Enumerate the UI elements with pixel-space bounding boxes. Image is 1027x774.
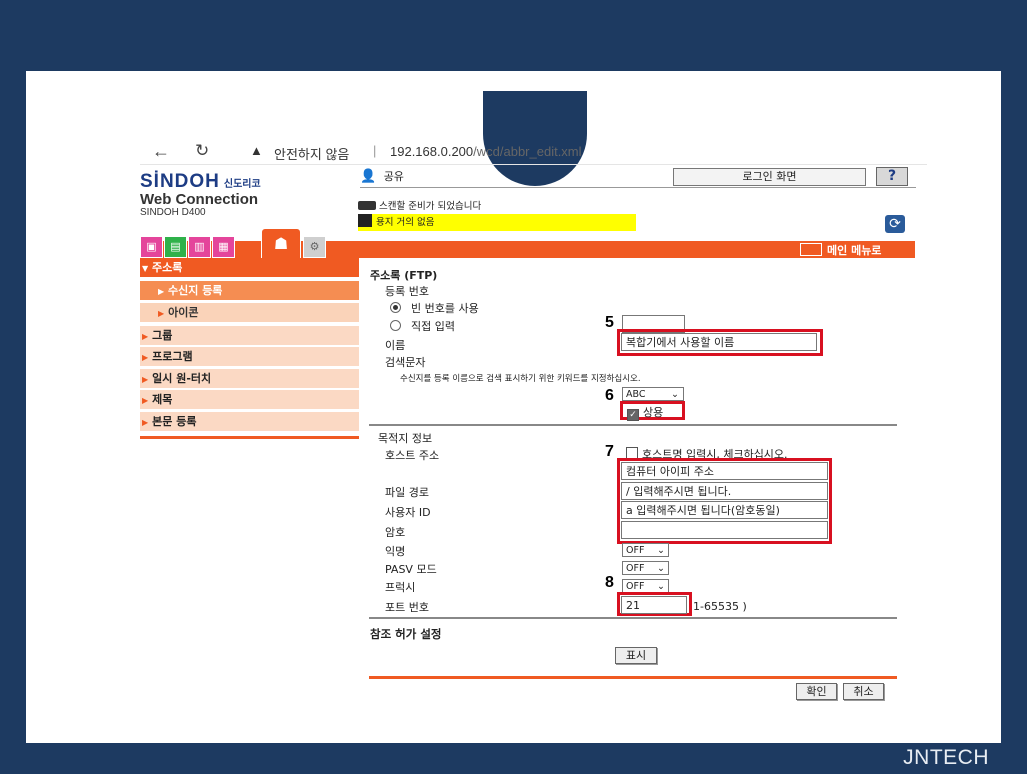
- scan-status: 스캔할 준비가 되었습니다: [358, 198, 481, 212]
- user-id-input[interactable]: a 입력해주시면 됩니다(암호동일): [621, 501, 828, 519]
- user-label: 공유: [383, 170, 404, 183]
- main-menu-link[interactable]: 메인 메뉴로: [800, 242, 881, 258]
- sidebar-address-book[interactable]: ▼ 주소록: [140, 258, 359, 278]
- sidebar-group[interactable]: ▶ 그룹: [140, 326, 359, 346]
- url-bar[interactable]: 192.168.0.200/wcd/abbr_edit.xml: [390, 144, 582, 159]
- scan-tab-icon[interactable]: ▦: [212, 236, 235, 258]
- model-name: SINDOH D400: [140, 207, 206, 218]
- divider: [369, 617, 897, 619]
- sidebar-bottom-line: [140, 436, 359, 439]
- refresh-icon[interactable]: ⟳: [885, 215, 905, 233]
- anonymous-select[interactable]: OFF ⌄: [622, 543, 669, 557]
- sidebar-one-touch[interactable]: ▶ 일시 원-터치: [140, 369, 359, 389]
- host-label: 호스트 주소: [385, 449, 440, 462]
- ref-permission-label: 참조 허가 설정: [370, 627, 442, 641]
- cancel-button[interactable]: 취소: [843, 683, 884, 700]
- sidebar-subject[interactable]: ▶ 제목: [140, 390, 359, 410]
- sidebar-program[interactable]: ▶ 프로그램: [140, 347, 359, 367]
- brand-name-kr: 신도리코: [223, 179, 261, 190]
- radio-icon: [390, 302, 401, 313]
- proxy-select[interactable]: OFF ⌄: [622, 579, 669, 593]
- browser-bar: ← ↻ ▲ 안전하지 않음 | 192.168.0.200/wcd/abbr_e…: [140, 140, 927, 165]
- password-input[interactable]: [621, 521, 828, 539]
- ok-button[interactable]: 확인: [796, 683, 837, 700]
- radio-direct-input[interactable]: 직접 입력: [390, 318, 455, 334]
- anonymous-label: 익명: [385, 545, 406, 558]
- chevron-down-icon: ⌄: [671, 389, 679, 400]
- url-path: /wcd/abbr_edit.xml: [473, 144, 582, 159]
- settings-tab-icon[interactable]: ⚙: [303, 236, 326, 258]
- store-tab-icon[interactable]: ▥: [188, 236, 211, 258]
- checkbox-icon: ✓: [627, 409, 639, 421]
- host-address-input[interactable]: 컴퓨터 아이피 주소: [621, 462, 828, 480]
- sidebar-recipient-reg[interactable]: ▶ 수신지 등록: [140, 281, 359, 301]
- password-label: 암호: [385, 526, 406, 539]
- callout-6: 6: [605, 387, 614, 404]
- sindoh-logo: SİNDOH 신도리코 Web Connection SINDOH D400: [140, 171, 261, 218]
- index-select[interactable]: ABC ⌄: [622, 387, 684, 401]
- brand-name: SİNDOH: [140, 171, 220, 192]
- arrow-left-icon[interactable]: ←: [152, 141, 170, 162]
- menu-icon: [800, 243, 822, 256]
- print-tab-icon[interactable]: ▤: [164, 236, 187, 258]
- security-text: 안전하지 않음: [274, 147, 350, 162]
- dest-info-label: 목적지 정보: [378, 432, 433, 445]
- menu-bar: [140, 241, 915, 258]
- callout-8: 8: [605, 574, 614, 591]
- port-range: 1-65535 ): [693, 600, 747, 613]
- callout-7: 7: [605, 443, 614, 460]
- paper-status: 용지 거의 없음: [358, 214, 636, 231]
- printer-icon: [358, 214, 372, 227]
- divider: [369, 424, 897, 426]
- callout-5: 5: [605, 314, 614, 331]
- user-id-label: 사용자 ID: [385, 506, 431, 519]
- box-tab-icon[interactable]: ▣: [140, 236, 163, 258]
- port-label: 포트 번호: [385, 601, 429, 614]
- pasv-select[interactable]: OFF ⌄: [622, 561, 669, 575]
- url-divider: |: [373, 143, 377, 158]
- radio-empty-number[interactable]: 빈 번호를 사용: [390, 300, 479, 316]
- sidebar-icon[interactable]: ▶ 아이콘: [140, 303, 359, 323]
- page-title: 주소록 (FTP): [370, 269, 438, 282]
- product-name: Web Connection: [140, 191, 259, 208]
- warning-icon: ▲: [250, 143, 263, 158]
- divider-accent: [369, 676, 897, 679]
- radio-icon: [390, 320, 401, 331]
- search-hint: 수신지를 등록 이름으로 검색 표시하기 위한 키워드를 지정하십시오.: [400, 374, 641, 384]
- name-label: 이름: [385, 339, 406, 352]
- reg-number-label: 등록 번호: [385, 285, 429, 298]
- frequent-checkbox[interactable]: ✓ 상용: [627, 404, 663, 421]
- user-icon: 👤: [360, 169, 377, 184]
- chevron-down-icon: ⌄: [657, 563, 665, 574]
- file-path-label: 파일 경로: [385, 486, 429, 499]
- address-tab-icon[interactable]: ☗: [261, 228, 301, 260]
- scanner-icon: [358, 201, 376, 210]
- chevron-down-icon: ⌄: [657, 545, 665, 556]
- login-screen-button[interactable]: 로그인 화면: [673, 168, 866, 186]
- footer-brand: JNTECH: [903, 746, 989, 769]
- url-host: 192.168.0.200: [390, 144, 474, 159]
- pasv-label: PASV 모드: [385, 563, 437, 576]
- sidebar-body-reg[interactable]: ▶ 본문 등록: [140, 412, 359, 432]
- search-label: 검색문자: [385, 356, 426, 369]
- port-input[interactable]: 21: [621, 596, 687, 614]
- proxy-label: 프럭시: [385, 581, 416, 594]
- name-input[interactable]: 복합기에서 사용할 이름: [621, 333, 817, 351]
- help-button[interactable]: ?: [876, 167, 908, 186]
- file-path-input[interactable]: / 입력해주시면 됩니다.: [621, 482, 828, 500]
- reload-icon[interactable]: ↻: [195, 141, 209, 161]
- show-button[interactable]: 표시: [615, 647, 657, 664]
